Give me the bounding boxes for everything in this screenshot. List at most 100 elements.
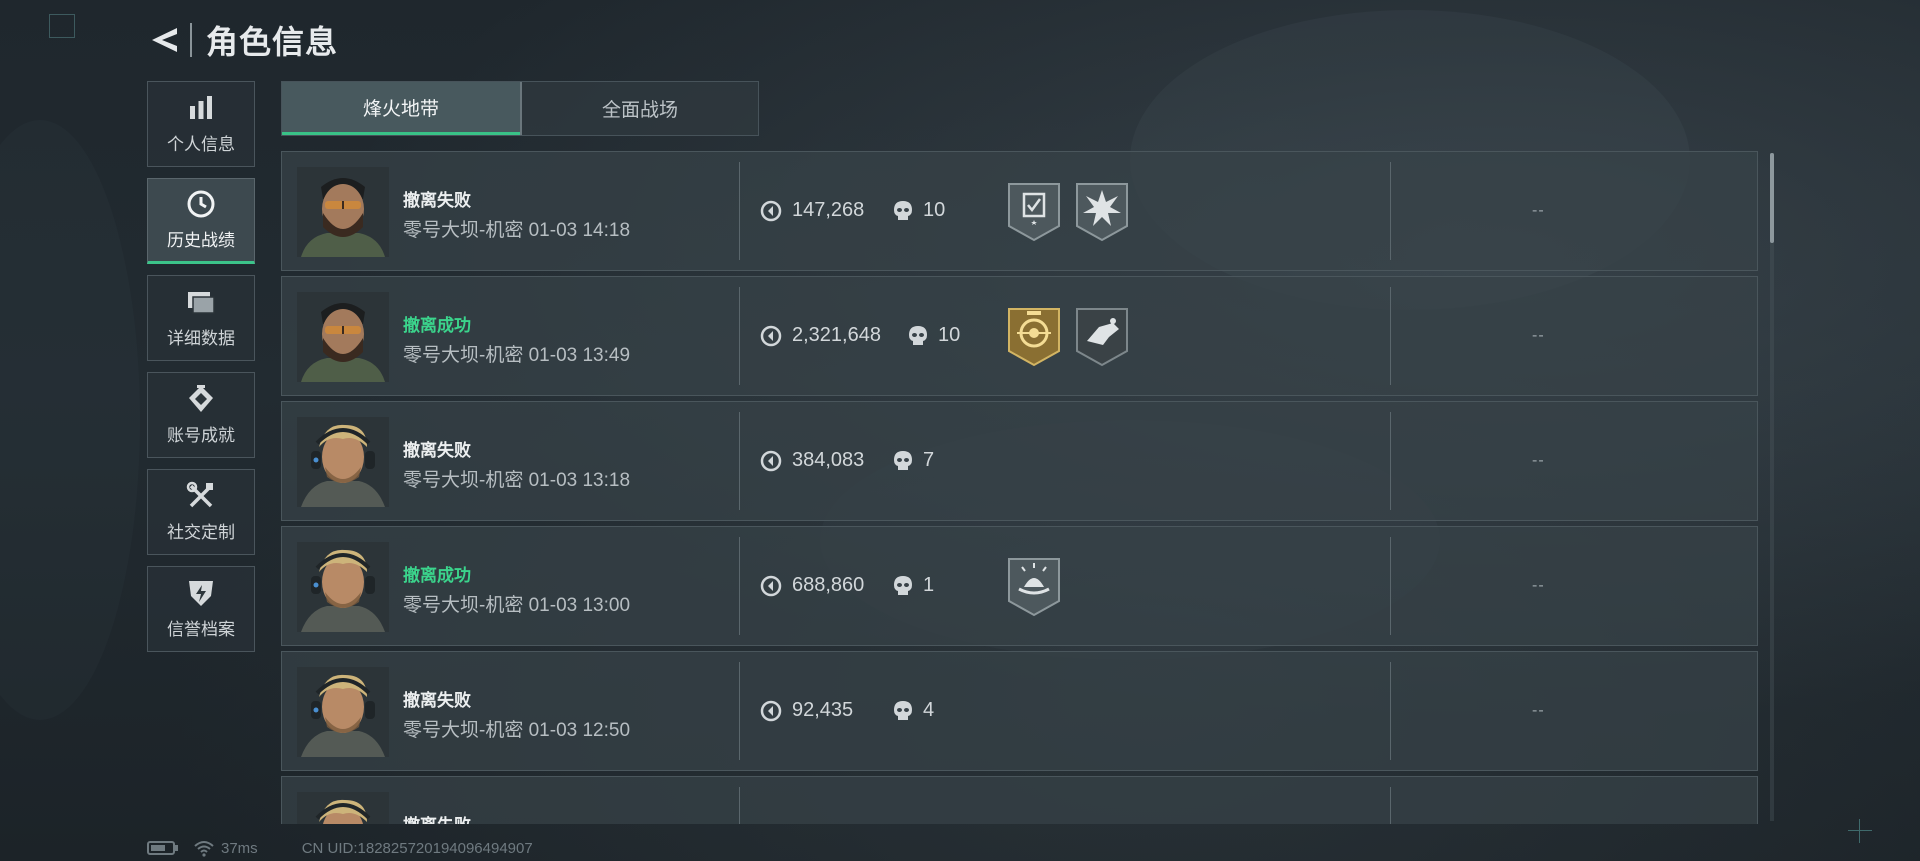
column-divider — [739, 412, 740, 510]
operator-avatar — [297, 167, 389, 257]
map-name: 零号大坝-机密 — [403, 220, 524, 241]
kill-count-text: 4 — [923, 699, 935, 721]
sidebar-item-label: 信誉档案 — [167, 620, 235, 639]
operator-avatar — [297, 792, 389, 824]
tools-icon — [186, 481, 216, 511]
extraction-status: 撤离成功 — [403, 316, 471, 335]
dark-hand-badge-icon — [1076, 308, 1128, 367]
coin-icon — [760, 700, 782, 722]
match-record-row[interactable]: 撤离失败 — [281, 776, 1758, 824]
corner-decoration — [49, 14, 75, 38]
column-divider — [739, 537, 740, 635]
match-time: 01-03 13:49 — [528, 345, 631, 366]
player-uid: CN UID:18282572019409649​4907 — [301, 839, 533, 857]
match-time: 01-03 14:18 — [528, 220, 631, 241]
column-divider — [1390, 412, 1391, 510]
tab-full-battlefield[interactable]: 全面战场 — [520, 82, 758, 135]
extra-info: -- — [1532, 452, 1545, 469]
clock-icon — [186, 189, 216, 219]
crosshair-decoration-icon — [1848, 819, 1872, 843]
column-divider — [1390, 787, 1391, 824]
column-divider — [739, 787, 740, 824]
wifi-icon — [193, 839, 215, 857]
coin-icon — [760, 450, 782, 472]
kill-count: 10 — [893, 199, 945, 222]
tab-warfare-zone[interactable]: 烽火地带 — [282, 82, 520, 135]
column-divider — [1390, 662, 1391, 760]
sidebar: 个人信息 历史战绩 详细数据 账号成就 社交定制 信誉档案 — [147, 81, 257, 663]
extra-info: -- — [1532, 702, 1545, 719]
skull-icon — [893, 200, 913, 222]
column-divider — [739, 287, 740, 385]
extraction-status: 撤离成功 — [403, 566, 471, 585]
match-info: 零号大坝-机密 01-03 14:18 — [403, 215, 630, 242]
kill-count-text: 10 — [938, 324, 961, 346]
sidebar-item-label: 个人信息 — [167, 135, 235, 154]
kill-count: 4 — [893, 699, 934, 722]
match-time: 01-03 13:00 — [528, 595, 631, 616]
loot-value: 384,083 — [760, 449, 864, 472]
skull-icon — [893, 450, 913, 472]
column-divider — [1390, 162, 1391, 260]
match-info: 零号大坝-机密 01-03 13:49 — [403, 340, 630, 367]
extra-info: -- — [1532, 202, 1545, 219]
gold-emblem-badge-icon — [1008, 308, 1060, 367]
extra-info: -- — [1532, 327, 1545, 344]
header-divider — [190, 23, 192, 57]
extraction-status: 撤离失败 — [403, 811, 471, 824]
coin-icon — [760, 200, 782, 222]
sidebar-item-achievements[interactable]: 账号成就 — [147, 372, 255, 458]
match-time: 01-03 13:18 — [528, 470, 631, 491]
page-header: 角色信息 — [148, 20, 338, 60]
loot-value-text: 92,435 — [792, 699, 854, 721]
map-name: 零号大坝-机密 — [403, 595, 524, 616]
match-record-row[interactable]: 撤离失败 零号大坝-机密 01-03 12:50 92,435 4 -- — [281, 651, 1758, 771]
match-record-row[interactable]: 撤离成功 零号大坝-机密 01-03 13:49 2,321,648 10 -- — [281, 276, 1758, 396]
shield-icon — [186, 578, 216, 608]
network-ping: 37ms — [221, 839, 258, 857]
match-info: 零号大坝-机密 01-03 13:00 — [403, 590, 630, 617]
mode-tabs: 烽火地带 全面战场 — [281, 81, 759, 136]
extraction-status: 撤离失败 — [403, 441, 471, 460]
sidebar-item-personal-info[interactable]: 个人信息 — [147, 81, 255, 167]
grey-sunrise-badge-icon — [1008, 558, 1060, 617]
match-record-row[interactable]: 撤离失败 零号大坝-机密 01-03 13:18 384,083 7 -- — [281, 401, 1758, 521]
back-button[interactable] — [148, 21, 182, 59]
scrollbar-thumb[interactable] — [1770, 153, 1774, 243]
medal-icon — [186, 384, 216, 414]
battery-icon — [147, 840, 179, 856]
bar-chart-icon — [186, 93, 216, 123]
kill-count: 10 — [908, 324, 960, 347]
operator-avatar — [297, 292, 389, 382]
operator-avatar — [297, 417, 389, 507]
sidebar-item-match-history[interactable]: 历史战绩 — [147, 178, 255, 264]
sidebar-item-detailed-data[interactable]: 详细数据 — [147, 275, 255, 361]
sidebar-item-social-custom[interactable]: 社交定制 — [147, 469, 255, 555]
match-info: 零号大坝-机密 01-03 13:18 — [403, 465, 630, 492]
map-name: 零号大坝-机密 — [403, 720, 524, 741]
coin-icon — [760, 575, 782, 597]
match-info: 零号大坝-机密 01-03 12:50 — [403, 715, 630, 742]
kill-count: 7 — [893, 449, 934, 472]
column-divider — [739, 662, 740, 760]
match-record-row[interactable]: 撤离成功 零号大坝-机密 01-03 13:00 688,860 1 -- — [281, 526, 1758, 646]
loot-value-text: 384,083 — [792, 449, 865, 471]
loot-value-text: 688,860 — [792, 574, 865, 596]
grey-checklist-badge-icon — [1008, 183, 1060, 242]
extraction-status: 撤离失败 — [403, 191, 471, 210]
sidebar-item-label: 社交定制 — [167, 523, 235, 542]
skull-icon — [893, 575, 913, 597]
sidebar-item-label: 历史战绩 — [167, 231, 235, 250]
loot-value: 92,435 — [760, 699, 853, 722]
grey-starburst-badge-icon — [1076, 183, 1128, 242]
match-record-row[interactable]: 撤离失败 零号大坝-机密 01-03 14:18 147,268 10 -- — [281, 151, 1758, 271]
coin-icon — [760, 325, 782, 347]
skull-icon — [908, 325, 928, 347]
list-scrollbar[interactable] — [1770, 153, 1774, 821]
sidebar-item-label: 账号成就 — [167, 426, 235, 445]
status-bar: 37ms CN UID:18282572019409649​4907 — [147, 838, 533, 858]
map-name: 零号大坝-机密 — [403, 470, 524, 491]
sidebar-item-reputation[interactable]: 信誉档案 — [147, 566, 255, 652]
back-arrow-icon — [152, 28, 177, 52]
column-divider — [739, 162, 740, 260]
